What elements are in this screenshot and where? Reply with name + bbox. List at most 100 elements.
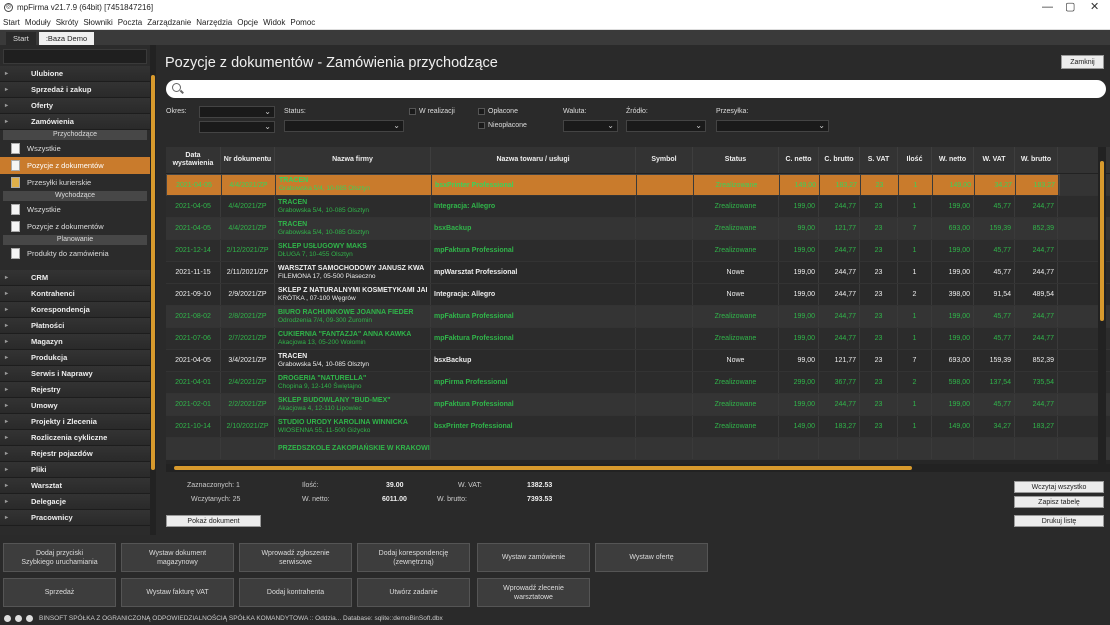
- sidebar-item-incoming-positions[interactable]: Pozycje z dokumentów: [0, 157, 150, 174]
- table-row[interactable]: 2021-09-10 2/9/2021/ZP SKLEP Z NATURALNYMI…: [166, 284, 1110, 306]
- menu-slowniki[interactable]: Słowniki: [83, 18, 112, 27]
- sidebar-cat-produkcja[interactable]: Produkcja: [0, 350, 150, 366]
- menu-opcje[interactable]: Opcje: [237, 18, 258, 27]
- sidebar-cat-korespondencja[interactable]: Korespondencja: [0, 302, 150, 318]
- table-row[interactable]: 2021-02-01 2/2/2021/ZP SKLEP BUDOWLANY "BU…: [166, 394, 1110, 416]
- sidebar-cat-oferty[interactable]: Oferty: [0, 98, 150, 114]
- print-list-button[interactable]: Drukuj listę: [1014, 515, 1104, 527]
- sidebar-item-outgoing-positions[interactable]: Pozycje z dokumentów: [0, 218, 150, 235]
- close-button[interactable]: Zamknij: [1061, 55, 1104, 69]
- table-row[interactable]: 2021-08-02 2/8/2021/ZP BIURO RACHUNKOWE JO…: [166, 306, 1110, 328]
- save-table-button[interactable]: Zapisz tabelę: [1014, 496, 1104, 508]
- col-s-vat[interactable]: S. VAT: [860, 147, 898, 173]
- sidebar-cat-platnosci[interactable]: Płatności: [0, 318, 150, 334]
- sidebar-cat-serwis[interactable]: Serwis i Naprawy: [0, 366, 150, 382]
- workshop-order-button[interactable]: Wprowadź zlecenie warsztatowe: [477, 578, 590, 607]
- col-w-netto[interactable]: W. netto: [932, 147, 974, 173]
- currency-select[interactable]: ⌄: [563, 120, 618, 132]
- sidebar-item-incoming-all[interactable]: Wszystkie: [0, 140, 150, 157]
- sidebar-cat-umowy[interactable]: Umowy: [0, 398, 150, 414]
- col-date[interactable]: Data wystawienia: [166, 147, 221, 173]
- issue-offer-button[interactable]: Wystaw ofertę: [595, 543, 708, 572]
- menu-zarzadzanie[interactable]: Zarządzanie: [147, 18, 191, 27]
- add-contractor-button[interactable]: Dodaj kontrahenta: [239, 578, 352, 607]
- sidebar-cat-rejestry[interactable]: Rejestry: [0, 382, 150, 398]
- menu-start[interactable]: Start: [3, 18, 20, 27]
- sidebar-cat-delegacje[interactable]: Delegacje: [0, 494, 150, 510]
- unpaid-checkbox[interactable]: [478, 122, 485, 129]
- sidebar-item-courier[interactable]: Przesyłki kurierskie: [0, 174, 150, 191]
- col-firm[interactable]: Nazwa firmy: [275, 147, 431, 173]
- col-status[interactable]: Status: [693, 147, 779, 173]
- sidebar-cat-pliki[interactable]: Pliki: [0, 462, 150, 478]
- table-horizontal-scrollbar[interactable]: [166, 464, 1110, 472]
- close-window-icon[interactable]: ✕: [1090, 0, 1099, 15]
- sales-button[interactable]: Sprzedaż: [3, 578, 116, 607]
- table-row[interactable]: 2021-04-054/4/2021/ZPTRACENGrabowska 5/4…: [166, 174, 1060, 196]
- col-qty[interactable]: Ilość: [898, 147, 932, 173]
- col-w-vat[interactable]: W. VAT: [974, 147, 1015, 173]
- col-symbol[interactable]: Symbol: [636, 147, 693, 173]
- create-task-button[interactable]: Utwórz zadanie: [357, 578, 470, 607]
- period-range-select[interactable]: ⌄: [199, 121, 275, 133]
- sidebar-cat-pojazdy[interactable]: Rejestr pojazdów: [0, 446, 150, 462]
- scrollbar-thumb[interactable]: [151, 75, 155, 470]
- menu-narzedzia[interactable]: Narzędzia: [196, 18, 232, 27]
- menu-poczta[interactable]: Poczta: [118, 18, 142, 27]
- period-select[interactable]: ⌄: [199, 106, 275, 118]
- issue-warehouse-doc-button[interactable]: Wystaw dokument magazynowy: [121, 543, 234, 572]
- in-progress-checkbox[interactable]: [409, 108, 416, 115]
- add-quick-buttons-button[interactable]: Dodaj przyciski Szybkiego uruchamiania: [3, 543, 116, 572]
- menu-moduly[interactable]: Moduły: [25, 18, 51, 27]
- status-select[interactable]: ⌄: [284, 120, 404, 132]
- sidebar-cat-crm[interactable]: CRM: [0, 270, 150, 286]
- sidebar-cat-magazyn[interactable]: Magazyn: [0, 334, 150, 350]
- sidebar-cat-zamowienia[interactable]: Zamówienia: [0, 114, 150, 130]
- tab-baza-demo[interactable]: :Baza Demo: [38, 32, 95, 45]
- sidebar-cat-sprzedaz[interactable]: Sprzedaż i zakup: [0, 82, 150, 98]
- table-row[interactable]: 2021-12-14 2/12/2021/ZP SKLEP USŁUGOWY MAK…: [166, 240, 1110, 262]
- sidebar-cat-rozliczenia[interactable]: Rozliczenia cykliczne: [0, 430, 150, 446]
- scrollbar-thumb[interactable]: [174, 466, 912, 470]
- show-document-button[interactable]: Pokaż dokument: [166, 515, 261, 527]
- sidebar-item-outgoing-all[interactable]: Wszystkie: [0, 201, 150, 218]
- menu-widok[interactable]: Widok: [263, 18, 285, 27]
- cell-doc-nr: 2/11/2021/ZP: [221, 262, 275, 283]
- table-row[interactable]: PRZEDSZKOLE ZAKOPIAŃSKIE W KRAKOWIE: [166, 438, 1110, 460]
- search-input[interactable]: [166, 80, 1106, 98]
- col-product[interactable]: Nazwa towaru / usługi: [431, 147, 636, 173]
- sidebar-item-label: Wszystkie: [27, 205, 61, 214]
- sidebar-cat-warsztat[interactable]: Warsztat: [0, 478, 150, 494]
- menu-pomoc[interactable]: Pomoc: [290, 18, 315, 27]
- paid-checkbox[interactable]: [478, 108, 485, 115]
- table-row[interactable]: 2021-10-14 2/10/2021/ZP STUDIO URODY KAROL…: [166, 416, 1110, 438]
- col-doc-nr[interactable]: Nr dokumentu: [221, 147, 275, 173]
- service-request-button[interactable]: Wprowadź zgłoszenie serwisowe: [239, 543, 352, 572]
- sidebar-cat-kontrahenci[interactable]: Kontrahenci: [0, 286, 150, 302]
- issue-invoice-button[interactable]: Wystaw fakturę VAT: [121, 578, 234, 607]
- table-row[interactable]: 2021-07-06 2/7/2021/ZP CUKIERNIA "FANTAZJA…: [166, 328, 1110, 350]
- col-c-netto[interactable]: C. netto: [779, 147, 819, 173]
- table-row[interactable]: 2021-04-054/4/2021/ZPTRACENGrabowska 5/4…: [166, 196, 1110, 218]
- col-c-brutto[interactable]: C. brutto: [819, 147, 860, 173]
- sidebar-cat-pracownicy[interactable]: Pracownicy: [0, 510, 150, 526]
- table-row[interactable]: 2021-04-054/4/2021/ZPTRACENGrabowska 5/4…: [166, 218, 1110, 240]
- table-vertical-scrollbar[interactable]: [1098, 147, 1106, 470]
- tab-start[interactable]: Start: [6, 32, 36, 45]
- minimize-icon[interactable]: —: [1042, 0, 1053, 15]
- shipping-select[interactable]: ⌄: [716, 120, 829, 132]
- sidebar-cat-projekty[interactable]: Projekty i Zlecenia: [0, 414, 150, 430]
- table-row[interactable]: 2021-04-05 3/4/2021/ZP TRACEN Grabowska 5/4…: [166, 350, 1110, 372]
- maximize-icon[interactable]: ▢: [1065, 0, 1075, 15]
- source-select[interactable]: ⌄: [626, 120, 706, 132]
- sidebar-cat-ulubione[interactable]: Ulubione: [0, 66, 150, 82]
- scrollbar-thumb[interactable]: [1100, 161, 1104, 321]
- table-row[interactable]: 2021-11-15 2/11/2021/ZP WARSZTAT SAMOCHODO…: [166, 262, 1110, 284]
- add-correspondence-button[interactable]: Dodaj korespondencję (zewnętrzną): [357, 543, 470, 572]
- sidebar-item-products-to-order[interactable]: Produkty do zamówienia: [0, 245, 150, 262]
- table-row[interactable]: 2021-04-01 2/4/2021/ZP DROGERIA "NATURELLA…: [166, 372, 1110, 394]
- menu-skroty[interactable]: Skróty: [56, 18, 79, 27]
- col-w-brutto[interactable]: W. brutto: [1015, 147, 1058, 173]
- load-all-button[interactable]: Wczytaj wszystko: [1014, 481, 1104, 493]
- issue-order-button[interactable]: Wystaw zamówienie: [477, 543, 590, 572]
